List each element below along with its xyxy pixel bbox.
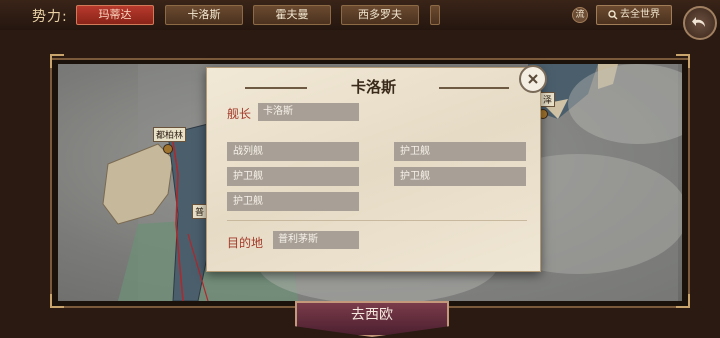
go-world-label: 去全世界 [620,9,660,20]
close-icon [528,74,538,84]
ship-slot[interactable]: 战列舰 [227,142,359,161]
title-ornament-right [439,87,509,89]
faction-tab-hoffman[interactable]: 霍夫曼 [253,5,331,25]
back-arrow-icon [692,17,705,27]
ship-slot[interactable]: 护卫舰 [227,167,359,186]
search-icon [608,10,618,20]
city-marker-dublin[interactable] [163,144,173,154]
ship-slot[interactable]: 护卫舰 [394,142,526,161]
ship-slot[interactable]: 护卫舰 [394,167,526,186]
faction-tab-more[interactable] [430,5,440,25]
frame-corner [676,294,690,308]
divider [227,220,527,221]
destination-label: 目的地 [227,236,264,250]
city-label-partial: 普 [192,204,208,219]
go-region-button[interactable]: 去西欧 [295,301,449,337]
faction-tab-carlos[interactable]: 卡洛斯 [165,5,243,25]
frame-corner [676,54,690,68]
frame-corner [50,294,64,308]
back-button[interactable] [683,6,717,40]
faction-tab-sidorov[interactable]: 西多罗夫 [341,5,419,25]
city-label-dublin: 都柏林 [153,127,187,142]
faction-label: 势力: [32,9,68,25]
faction-tab-matilda[interactable]: 玛蒂达 [76,5,154,25]
go-world-button[interactable]: 去全世界 [596,5,672,25]
flow-button[interactable]: 流 [572,7,588,23]
close-button[interactable] [519,65,547,93]
destination-value[interactable]: 普利茅斯 [273,231,359,249]
captain-value: 卡洛斯 [258,103,359,121]
frame-corner [50,54,64,68]
ship-slot[interactable]: 护卫舰 [227,192,359,211]
fleet-dialog: 卡洛斯 舰长 卡洛斯 战列舰 护卫舰 护卫舰 护卫舰 护卫舰 目的地 普利茅斯 [206,65,547,272]
city-label-right: 泽 [540,92,556,107]
top-bar: 势力: 玛蒂达 卡洛斯 霍夫曼 西多罗夫 流 去全世界 [0,0,720,30]
captain-label: 舰长 [227,107,252,121]
